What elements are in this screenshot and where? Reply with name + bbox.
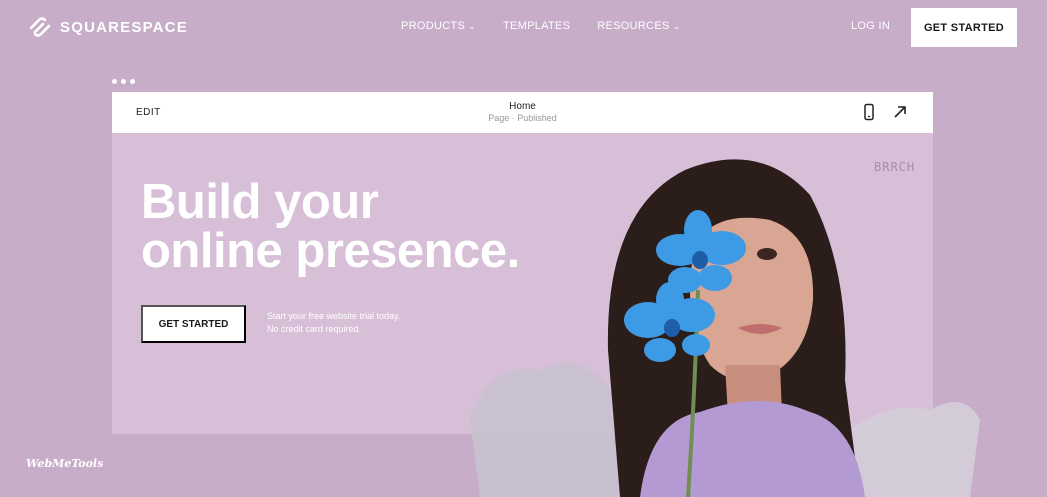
editor-toolbar: EDIT Home Page · Published: [112, 92, 933, 133]
trial-text-line-1: Start your free website trial today.: [267, 311, 401, 321]
hero-headline-line-1: Build your: [141, 175, 379, 229]
page-title: Home: [509, 101, 536, 112]
watermark: WebMeTools: [26, 457, 104, 470]
nav-get-started-button[interactable]: GET STARTED: [911, 8, 1017, 47]
top-nav: SQUARESPACE PRODUCTS ⌄ TEMPLATES RESOURCE…: [0, 0, 1047, 54]
ruffled-sleeve-left: [470, 363, 620, 497]
nav-item-resources-label: RESOURCES: [597, 20, 670, 32]
main-menu: PRODUCTS ⌄ TEMPLATES RESOURCES ⌄: [401, 20, 681, 32]
hero-photo: [470, 159, 980, 497]
dot: [112, 79, 117, 84]
hero-get-started-button[interactable]: GET STARTED: [141, 305, 246, 343]
page-status: Page · Published: [488, 113, 557, 123]
brand-name: SQUARESPACE: [60, 18, 188, 36]
dot: [121, 79, 126, 84]
hero-headline-line-2: online presence.: [141, 224, 520, 278]
hero-headline: Build your online presence.: [141, 178, 520, 276]
mobile-preview-icon[interactable]: [860, 103, 878, 121]
nav-item-products-label: PRODUCTS: [401, 20, 466, 32]
nav-item-products[interactable]: PRODUCTS ⌄: [401, 20, 476, 32]
squarespace-logo[interactable]: SQUARESPACE: [28, 16, 188, 38]
squarespace-logo-icon: [29, 17, 51, 37]
chevron-down-icon: ⌄: [672, 21, 681, 31]
open-external-icon[interactable]: [891, 103, 909, 121]
nav-item-resources[interactable]: RESOURCES ⌄: [597, 20, 680, 32]
window-dots: [112, 79, 135, 84]
eye: [757, 248, 777, 260]
ruffled-sleeve-right: [845, 402, 980, 497]
trial-text-line-2: No credit card required.: [267, 324, 362, 334]
page-info: Home Page · Published: [112, 101, 933, 123]
login-link[interactable]: LOG IN: [851, 20, 890, 32]
chevron-down-icon: ⌄: [468, 21, 476, 31]
nav-item-templates-label: TEMPLATES: [502, 20, 571, 32]
nav-item-templates[interactable]: TEMPLATES: [503, 20, 570, 32]
trial-text: Start your free website trial today. No …: [267, 310, 400, 336]
dot: [130, 79, 135, 84]
